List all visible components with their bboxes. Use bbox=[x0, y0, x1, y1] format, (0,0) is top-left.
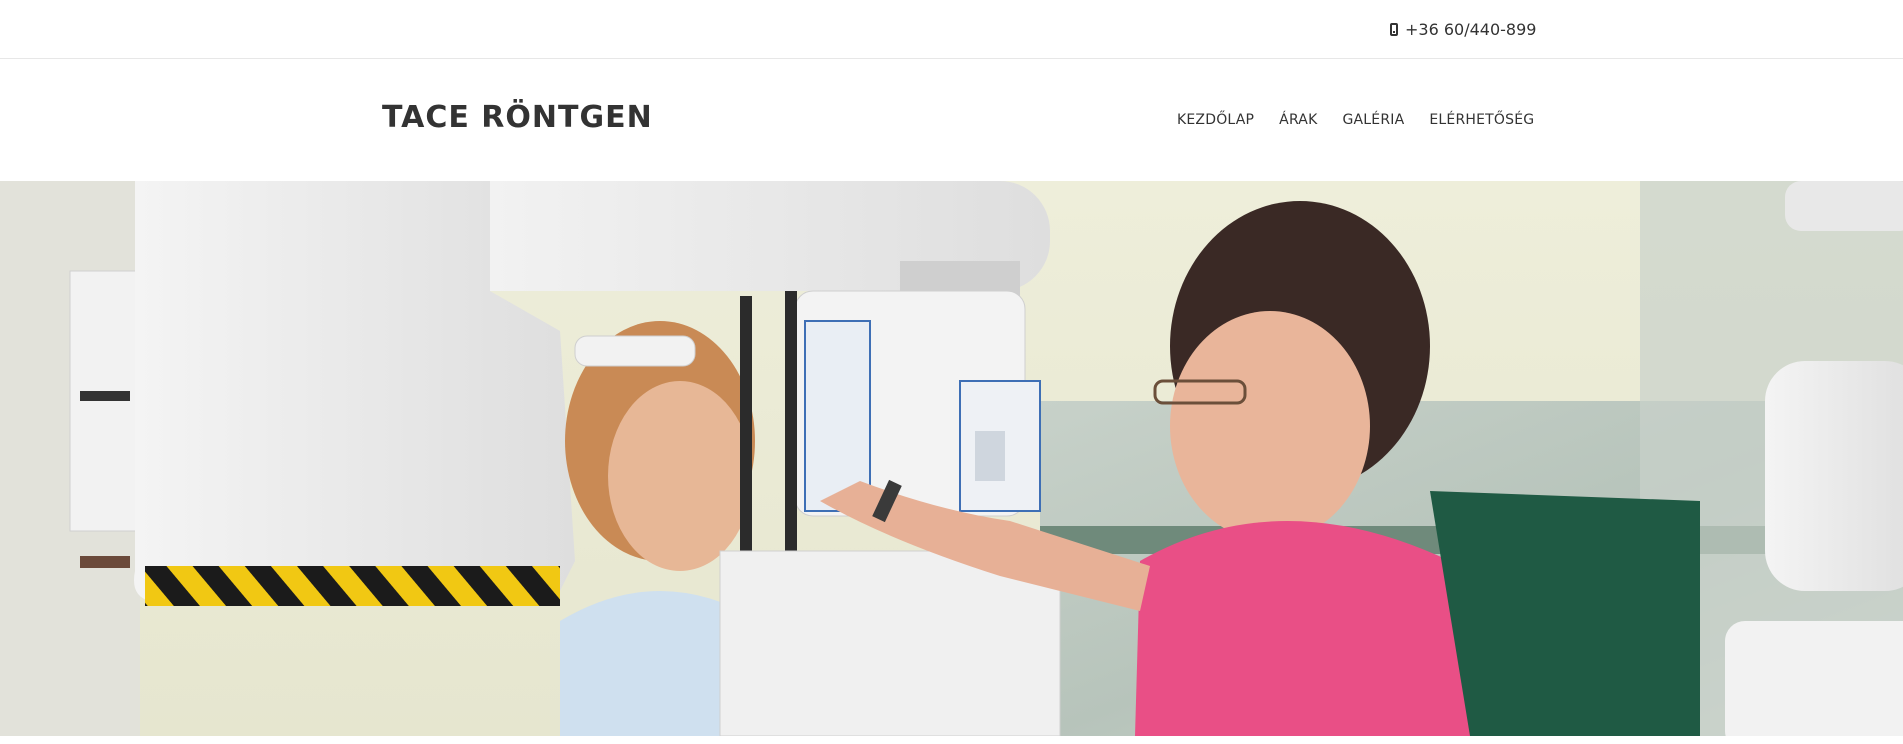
head-holder bbox=[574, 335, 696, 367]
chin-base bbox=[719, 550, 1061, 736]
nav-item-arak[interactable]: ÁRAK bbox=[1279, 112, 1317, 128]
site-logo-title[interactable]: TACE RÖNTGEN bbox=[382, 100, 653, 135]
right-device-base bbox=[1725, 621, 1903, 736]
phone-number[interactable]: +36 60/440-899 bbox=[1405, 20, 1536, 39]
mobile-phone-icon bbox=[1390, 23, 1398, 36]
shelf-item bbox=[80, 556, 130, 568]
phone-contact[interactable]: +36 60/440-899 bbox=[1390, 20, 1536, 39]
nav-item-elerhetoseg[interactable]: ELÉRHETŐSÉG bbox=[1429, 112, 1534, 128]
hazard-stripes bbox=[145, 566, 560, 606]
main-navigation: KEZDŐLAP ÁRAK GALÉRIA ELÉRHETŐSÉG bbox=[1177, 112, 1534, 128]
lead-apron bbox=[1430, 491, 1700, 736]
nav-item-kezdolap[interactable]: KEZDŐLAP bbox=[1177, 112, 1254, 128]
right-device bbox=[1765, 361, 1903, 591]
hero-illustration bbox=[0, 181, 1903, 736]
temple-rod bbox=[740, 296, 752, 556]
nav-item-galeria[interactable]: GALÉRIA bbox=[1342, 112, 1404, 128]
patient-face bbox=[608, 381, 752, 571]
temple-rod bbox=[785, 291, 797, 551]
right-device-top bbox=[1785, 181, 1903, 231]
hero-image bbox=[0, 181, 1903, 736]
nurse-face bbox=[1170, 311, 1370, 541]
3d-label bbox=[975, 431, 1005, 481]
top-bar: +36 60/440-899 bbox=[0, 0, 1903, 59]
site-header: TACE RÖNTGEN KEZDŐLAP ÁRAK GALÉRIA ELÉRH… bbox=[0, 60, 1903, 181]
shelf-item bbox=[80, 391, 130, 401]
